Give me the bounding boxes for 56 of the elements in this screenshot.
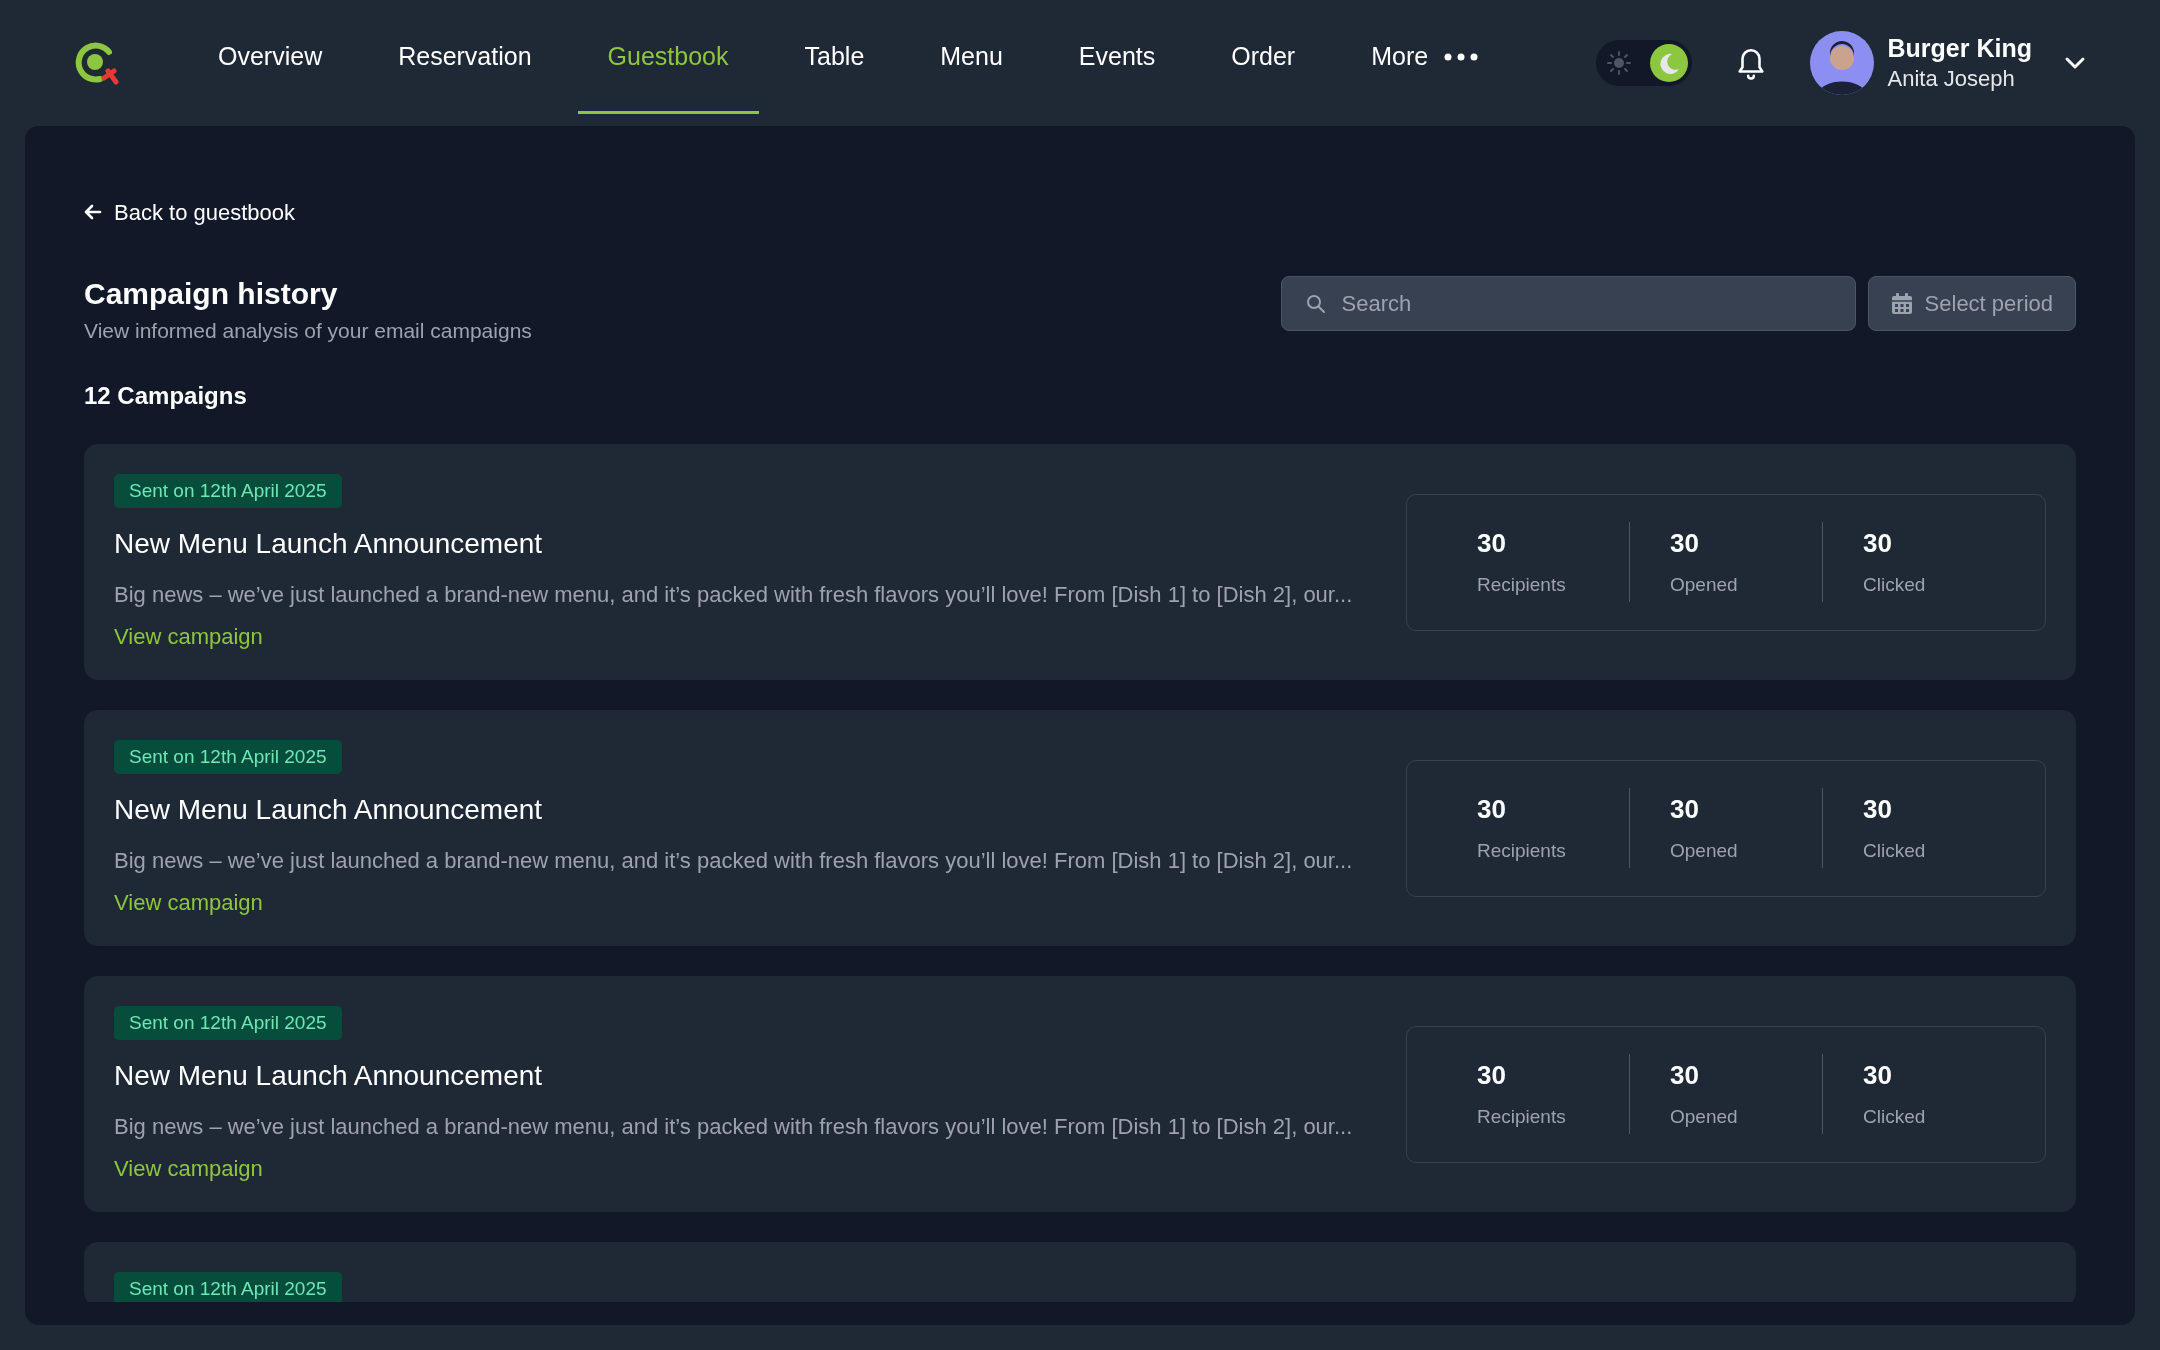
stat-value: 30 [1477,793,1507,826]
arrow-left-icon [84,204,102,220]
stat-value: 30 [1863,1059,1893,1092]
stat-label: Recipients [1477,839,1567,863]
nav-tab[interactable]: Table [774,0,895,114]
sent-date-badge: Sent on 12th April 2025 [114,1006,342,1040]
logo-icon[interactable] [74,40,120,86]
stat-label: Recipients [1477,573,1567,597]
nav-tab[interactable]: Menu [910,0,1033,114]
view-campaign-link[interactable]: View campaign [114,1154,263,1184]
stat-value: 30 [1477,1059,1507,1092]
search-input[interactable]: Search [1341,287,1831,320]
stat-label: Opened [1670,839,1739,863]
campaign-title: New Menu Launch Announcement [114,1059,543,1093]
stat-label: Clicked [1863,573,1927,597]
campaign-title: New Menu Launch Announcement [114,793,543,827]
campaign-summary: Big news – we’ve just launched a brand-new menu, and it’s packed with fresh flavors you’ll love! From [Dish 1] to [Dish 2], our... [114,1113,1353,1141]
sent-date-badge: Sent on 12th April 2025 [114,1272,342,1302]
sent-date-badge: Sent on 12th April 2025 [114,474,342,508]
moon-icon [1649,44,1688,82]
campaign-count: 12 Campaigns [84,381,248,411]
stat-label: Clicked [1863,839,1927,863]
page-subtitle: View informed analysis of your email campaigns [84,318,533,344]
nav-tab[interactable]: Events [1048,0,1186,114]
user-name: Anita Joseph [1887,65,2016,93]
stat-label: Opened [1670,573,1739,597]
stat-value: 30 [1670,527,1700,560]
campaign-summary: Big news – we’ve just launched a brand-new menu, and it’s packed with fresh flavors you’ll love! From [Dish 1] to [Dish 2], our... [114,581,1353,609]
stat-value: 30 [1670,1059,1700,1092]
stat-value: 30 [1477,527,1507,560]
select-period-button[interactable]: Select period [1867,276,2076,331]
back-link[interactable]: Back to guestbook [84,196,2076,228]
nav-tab[interactable]: Guestbook [577,0,759,114]
more-dots-icon [1444,53,1479,61]
stat-label: Clicked [1863,1105,1927,1129]
campaign-title: New Menu Launch Announcement [114,527,543,561]
nav-tab[interactable]: More [1341,0,1509,114]
view-campaign-link[interactable]: View campaign [114,622,263,652]
stat-value: 30 [1670,793,1700,826]
nav-tab[interactable]: Reservation [368,0,562,114]
stat-label: Opened [1670,1105,1739,1129]
business-name: Burger King [1887,33,2032,64]
chevron-down-icon[interactable] [2064,56,2086,70]
search-icon [1305,293,1326,314]
calendar-icon [1890,292,1913,315]
sent-date-badge: Sent on 12th April 2025 [114,740,342,774]
page-title: Campaign history [84,276,339,312]
nav-tab[interactable]: Overview [188,0,353,114]
theme-toggle[interactable] [1595,40,1692,86]
search-field[interactable]: Search [1280,276,1856,331]
view-campaign-link[interactable]: View campaign [114,888,263,918]
stat-value: 30 [1863,793,1893,826]
campaign-summary: Big news – we’ve just launched a brand-new menu, and it’s packed with fresh flavors you’ll love! From [Dish 1] to [Dish 2], our... [114,847,1353,875]
stat-label: Recipients [1477,1105,1567,1129]
stat-value: 30 [1863,527,1893,560]
nav-tab[interactable]: Order [1201,0,1326,114]
